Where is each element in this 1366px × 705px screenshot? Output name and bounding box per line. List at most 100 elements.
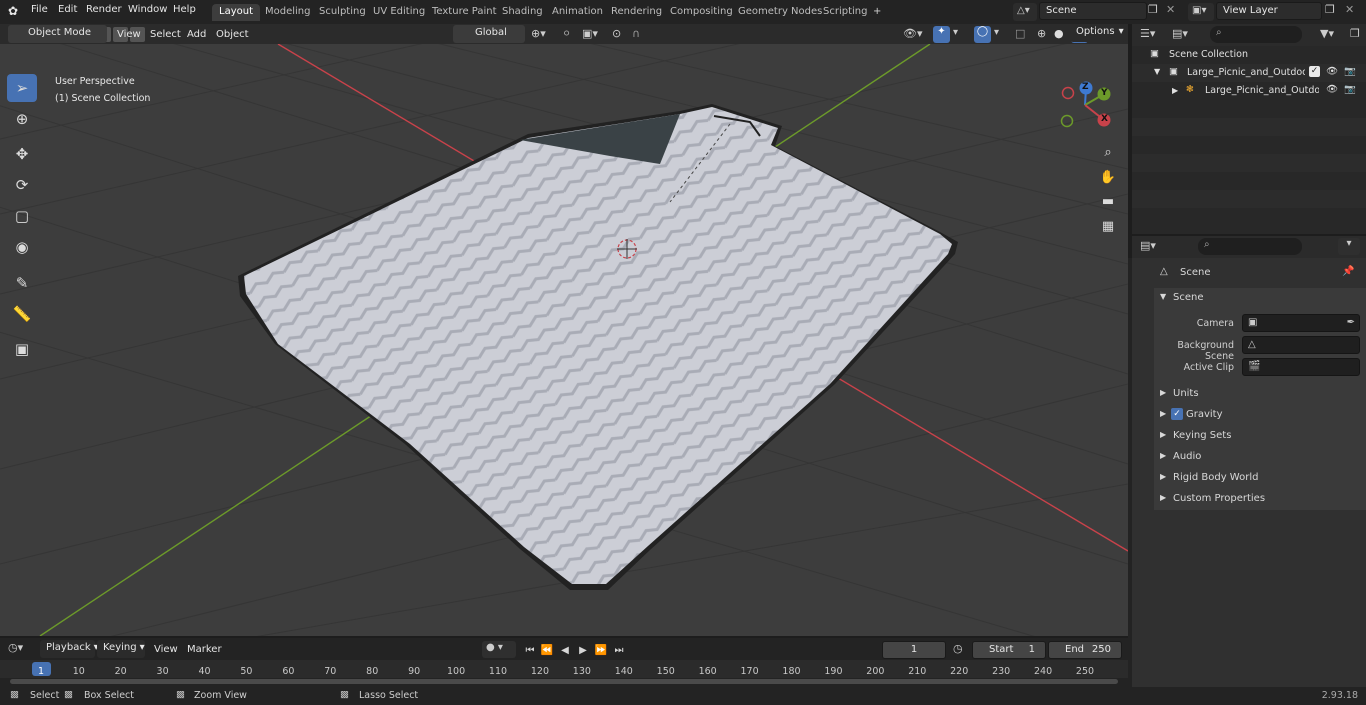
properties-search-input[interactable]: ⌕: [1198, 238, 1302, 255]
play-reverse-icon[interactable]: ◀: [557, 642, 573, 658]
panel-units[interactable]: ▶ Units: [1154, 384, 1366, 405]
menu-help[interactable]: Help: [173, 4, 196, 15]
camera-field[interactable]: ▣ ✒: [1242, 314, 1360, 332]
jump-end-icon[interactable]: ⏭: [611, 642, 627, 658]
select-box-tool-icon[interactable]: ➢: [7, 74, 37, 102]
overlays-dropdown-icon[interactable]: ▾: [994, 27, 1004, 43]
timeline-editor-type-icon[interactable]: ◷▾: [8, 641, 34, 658]
snap-icon[interactable]: ⚪: [562, 27, 578, 43]
new-scene-icon[interactable]: ❐: [1148, 3, 1164, 19]
xray-toggle-icon[interactable]: □: [1015, 27, 1031, 43]
overlays-toggle-icon[interactable]: ◯: [974, 26, 991, 43]
viewport-menu-select[interactable]: Select: [150, 29, 181, 40]
tab-texture-paint[interactable]: Texture Paint: [425, 4, 504, 21]
delete-scene-icon[interactable]: ✕: [1166, 3, 1180, 19]
falloff-icon[interactable]: ∩: [632, 27, 654, 43]
object-render-camera-icon[interactable]: 📷: [1344, 84, 1356, 95]
gizmo-dropdown-icon[interactable]: ▾: [953, 27, 963, 43]
transform-tool-icon[interactable]: ◉: [7, 233, 37, 261]
viewport-menu-add[interactable]: Add: [187, 29, 206, 40]
keying-dropdown[interactable]: Keying ▾: [97, 640, 145, 658]
timeline-menu-view[interactable]: View: [154, 644, 178, 655]
tab-layout[interactable]: Layout: [212, 4, 260, 21]
cursor-tool-icon[interactable]: ⊕: [7, 105, 37, 133]
tab-animation[interactable]: Animation: [545, 4, 610, 21]
camera-view-icon[interactable]: ▬: [1097, 190, 1119, 212]
timeline-scrollbar[interactable]: [10, 679, 1118, 684]
3d-viewport[interactable]: [0, 44, 1128, 636]
display-mode-icon[interactable]: ▤▾: [1172, 27, 1196, 43]
scale-tool-icon[interactable]: ▢: [7, 202, 37, 230]
play-icon[interactable]: ▶: [575, 642, 591, 658]
visibility-eye-icon[interactable]: 👁: [1326, 66, 1338, 77]
collapse-arrow-icon[interactable]: ▶: [1172, 86, 1178, 95]
timeline-menu-marker[interactable]: Marker: [187, 644, 222, 655]
menu-file[interactable]: File: [31, 4, 48, 15]
menu-window[interactable]: Window: [128, 4, 167, 15]
panel-gravity[interactable]: ▶ ✓ Gravity: [1154, 405, 1366, 426]
view-layer-selector-icon[interactable]: ▣▾: [1188, 3, 1214, 21]
start-frame-field[interactable]: Start 1: [972, 641, 1046, 659]
playback-dropdown[interactable]: Playback▾: [40, 640, 99, 658]
move-tool-icon[interactable]: ✥: [7, 140, 37, 168]
auto-keying-icon[interactable]: ● ▾: [482, 641, 516, 658]
options-dropdown[interactable]: Options ▾: [1070, 24, 1126, 42]
exclude-checkbox-icon[interactable]: ✓: [1309, 66, 1320, 77]
next-keyframe-icon[interactable]: ⏩: [593, 642, 609, 658]
eyedropper-icon[interactable]: ✒: [1347, 317, 1355, 328]
wireframe-shading-icon[interactable]: ⊕: [1037, 27, 1053, 43]
pivot-point-icon[interactable]: ⊕▾: [531, 27, 557, 43]
menu-render[interactable]: Render: [86, 4, 122, 15]
mode-dropdown[interactable]: Object Mode: [8, 25, 107, 43]
background-scene-field[interactable]: △: [1242, 336, 1360, 354]
visibility-icon[interactable]: 👁▾: [903, 27, 927, 43]
measure-tool-icon[interactable]: 📏: [7, 300, 37, 328]
panel-audio[interactable]: ▶ Audio: [1154, 447, 1366, 468]
properties-options-icon[interactable]: ▾: [1338, 238, 1360, 255]
object-visibility-eye-icon[interactable]: 👁: [1326, 84, 1338, 95]
filter-icon[interactable]: ▼▾: [1320, 27, 1346, 43]
active-clip-field[interactable]: 🎬: [1242, 358, 1360, 376]
annotate-tool-icon[interactable]: ✎: [7, 269, 37, 297]
tab-uv-editing[interactable]: UV Editing: [366, 4, 432, 21]
tab-sculpting[interactable]: Sculpting: [312, 4, 373, 21]
scene-name-field[interactable]: Scene: [1039, 2, 1147, 20]
render-camera-icon[interactable]: 📷: [1344, 66, 1356, 77]
panel-keying-sets[interactable]: ▶ Keying Sets: [1154, 426, 1366, 447]
tab-shading[interactable]: Shading: [495, 4, 550, 21]
solid-shading-icon[interactable]: ●: [1054, 27, 1070, 43]
expand-arrow-icon[interactable]: ▼: [1154, 67, 1160, 76]
blender-logo-icon[interactable]: ✿: [8, 4, 24, 20]
add-workspace-button[interactable]: +: [866, 4, 888, 21]
viewport-menu-object[interactable]: Object: [216, 29, 249, 40]
properties-editor-type-icon[interactable]: ▤▾: [1140, 239, 1164, 255]
rotate-tool-icon[interactable]: ⟳: [7, 171, 37, 199]
outliner-row-collection[interactable]: ▼ ▣ Large_Picnic_and_Outdoor_Bl ✓ 👁 📷: [1132, 64, 1366, 82]
end-frame-field[interactable]: End 250: [1048, 641, 1122, 659]
outliner-editor-type-icon[interactable]: ☰▾: [1140, 27, 1164, 43]
viewport-menu-view[interactable]: View: [117, 29, 141, 40]
tab-compositing[interactable]: Compositing: [663, 4, 740, 21]
prev-keyframe-icon[interactable]: ⏪: [539, 642, 555, 658]
tab-geometry-nodes[interactable]: Geometry Nodes: [731, 4, 829, 21]
scene-selector-icon[interactable]: △▾: [1013, 3, 1037, 21]
zoom-icon[interactable]: ⌕: [1097, 141, 1119, 163]
snap-target-icon[interactable]: ▣▾: [582, 27, 606, 43]
new-view-layer-icon[interactable]: ❐: [1325, 3, 1341, 19]
panel-custom-properties[interactable]: ▶ Custom Properties: [1154, 489, 1366, 510]
panel-rigid-body-world[interactable]: ▶ Rigid Body World: [1154, 468, 1366, 489]
outliner-row-object[interactable]: ▶ ❃ Large_Picnic_and_Outdoo 👁 📷: [1132, 82, 1366, 100]
outliner-search-input[interactable]: ⌕: [1210, 26, 1302, 43]
tab-modeling[interactable]: Modeling: [258, 4, 318, 21]
perspective-toggle-icon[interactable]: ▦: [1097, 215, 1119, 237]
scene-panel-header[interactable]: ▼ Scene: [1154, 288, 1366, 310]
picnic-blanket-mesh[interactable]: [238, 104, 958, 590]
delete-view-layer-icon[interactable]: ✕: [1345, 3, 1359, 19]
menu-edit[interactable]: Edit: [58, 4, 77, 15]
pin-icon[interactable]: 📌: [1342, 266, 1354, 277]
view-layer-field[interactable]: View Layer: [1216, 2, 1322, 20]
outliner-row-scene-collection[interactable]: ▣ Scene Collection: [1132, 46, 1366, 64]
use-preview-range-icon[interactable]: ◷: [953, 642, 969, 658]
gizmo-toggle-icon[interactable]: ✦: [933, 26, 950, 43]
transform-orientation-dropdown[interactable]: Global: [453, 25, 525, 43]
